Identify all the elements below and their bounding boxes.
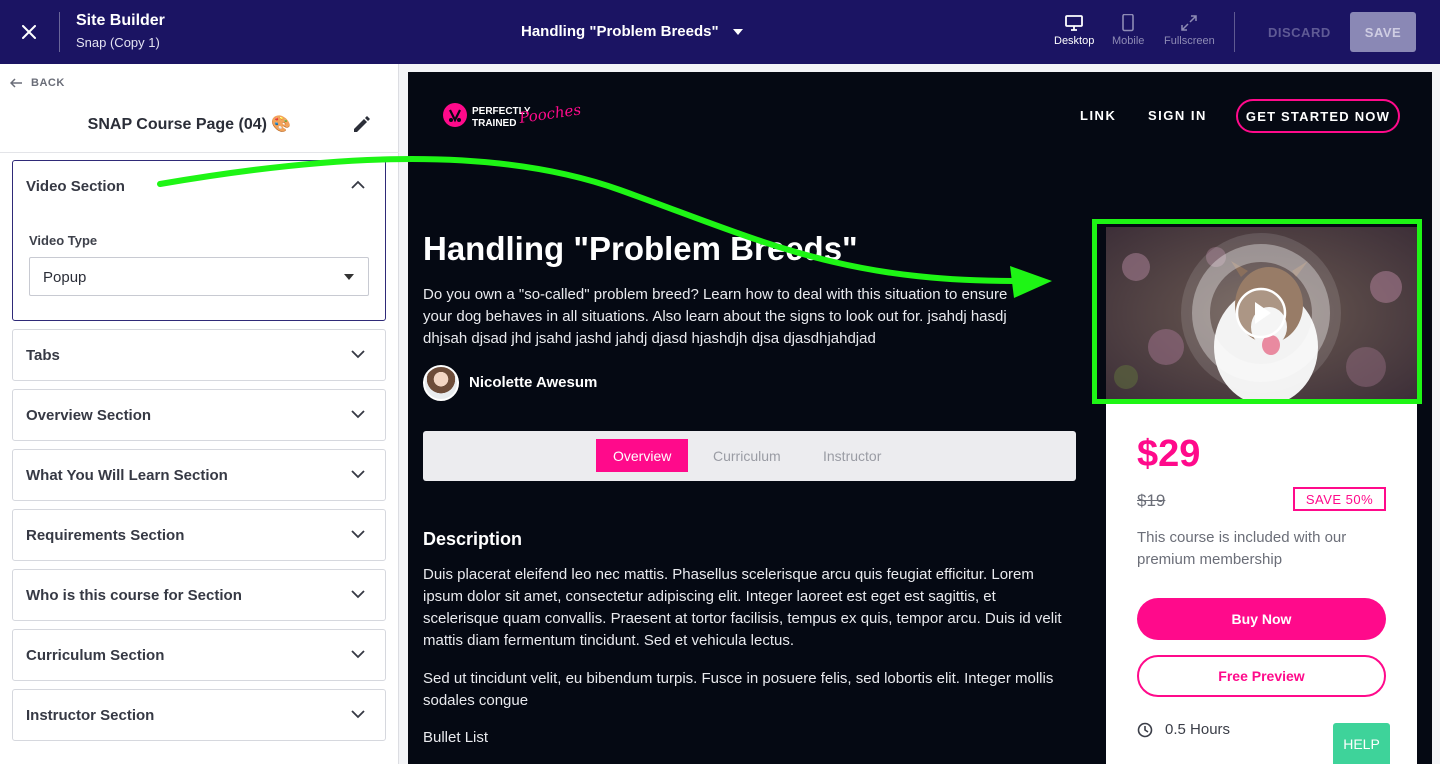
course-card: $29 $19 SAVE 50% This course is included… bbox=[1106, 227, 1417, 764]
video-thumbnail[interactable] bbox=[1106, 227, 1417, 400]
accordion-what-you-will-learn[interactable]: What You Will Learn Section bbox=[12, 449, 386, 501]
bullet-list-heading: Bullet List bbox=[423, 729, 489, 746]
app-title: Site Builder bbox=[76, 12, 165, 29]
logo-text-script: Pooches bbox=[517, 100, 582, 127]
close-icon[interactable] bbox=[14, 17, 44, 47]
pencil-icon[interactable] bbox=[350, 112, 374, 136]
chevron-down-icon bbox=[732, 28, 743, 35]
site-name: Snap (Copy 1) bbox=[76, 35, 160, 50]
buy-now-button[interactable]: Buy Now bbox=[1137, 598, 1386, 640]
course-description: Do you own a "so-called" problem breed? … bbox=[423, 286, 1008, 347]
accordion-label: Requirements Section bbox=[26, 527, 185, 544]
accordion-label: Curriculum Section bbox=[26, 647, 165, 664]
chevron-up-icon[interactable] bbox=[351, 180, 365, 190]
device-fullscreen-button[interactable]: Fullscreen bbox=[1164, 14, 1215, 47]
chevron-down-icon bbox=[351, 590, 365, 599]
settings-panel: BACK SNAP Course Page (04) 🎨 Video Secti… bbox=[0, 64, 399, 764]
help-button[interactable]: HELP bbox=[1333, 723, 1390, 764]
arrow-left-icon bbox=[10, 78, 22, 88]
free-preview-button[interactable]: Free Preview bbox=[1137, 655, 1386, 697]
chevron-down-icon bbox=[351, 650, 365, 659]
description-paragraph: Sed ut tincidunt velit, eu bibendum turp… bbox=[423, 670, 1054, 709]
original-price: $19 bbox=[1137, 491, 1166, 510]
accordion-curriculum-section[interactable]: Curriculum Section bbox=[12, 629, 386, 681]
accordion-label: Instructor Section bbox=[26, 707, 155, 724]
chevron-down-icon bbox=[351, 350, 365, 359]
caret-down-icon bbox=[344, 274, 354, 280]
accordion-label: What You Will Learn Section bbox=[26, 467, 228, 484]
description-paragraph: Duis placerat eleifend leo nec mattis. P… bbox=[423, 566, 1062, 649]
nav-sign-in[interactable]: SIGN IN bbox=[1148, 108, 1207, 123]
clock-icon bbox=[1137, 722, 1153, 737]
chevron-down-icon bbox=[351, 710, 365, 719]
discard-button[interactable]: DISCARD bbox=[1268, 25, 1331, 40]
divider bbox=[1234, 12, 1235, 52]
discount-badge: SAVE 50% bbox=[1293, 487, 1386, 511]
membership-note: This course is included with our premium… bbox=[1137, 529, 1347, 568]
accordion-overview-section[interactable]: Overview Section bbox=[12, 389, 386, 441]
brand-logo[interactable]: PERFECTLY TRAINED Pooches bbox=[442, 100, 602, 132]
video-type-label: Video Type bbox=[29, 233, 98, 248]
avatar bbox=[423, 365, 459, 401]
logo-text-2: TRAINED bbox=[472, 118, 516, 129]
divider bbox=[59, 12, 60, 52]
accordion-requirements-section[interactable]: Requirements Section bbox=[12, 509, 386, 561]
back-button[interactable]: BACK bbox=[10, 77, 65, 89]
chevron-down-icon bbox=[351, 530, 365, 539]
desktop-icon bbox=[1065, 15, 1084, 31]
save-button[interactable]: SAVE bbox=[1350, 12, 1416, 52]
page-preview: PERFECTLY TRAINED Pooches LINK SIGN IN G… bbox=[408, 72, 1432, 764]
page-selector-label: Handling "Problem Breeds" bbox=[521, 23, 719, 40]
page-selector[interactable]: Handling "Problem Breeds" bbox=[521, 23, 743, 40]
nav-link[interactable]: LINK bbox=[1080, 108, 1116, 123]
page-template-title: SNAP Course Page (04) 🎨 bbox=[87, 116, 292, 133]
get-started-button[interactable]: GET STARTED NOW bbox=[1236, 99, 1400, 133]
device-mobile-button[interactable]: Mobile bbox=[1112, 14, 1144, 47]
accordion-instructor-section[interactable]: Instructor Section bbox=[12, 689, 386, 741]
chevron-down-icon bbox=[351, 470, 365, 479]
duration-label: 0.5 Hours bbox=[1165, 721, 1231, 738]
tab-instructor[interactable]: Instructor bbox=[806, 439, 898, 472]
tab-curriculum[interactable]: Curriculum bbox=[696, 439, 798, 472]
course-price: $29 bbox=[1137, 433, 1201, 475]
course-duration: 0.5 Hours bbox=[1137, 721, 1230, 738]
accordion-label: Video Section bbox=[26, 178, 125, 195]
accordion-video-section[interactable]: Video Section Video Type Popup bbox=[12, 160, 386, 321]
accordion-label: Who is this course for Section bbox=[26, 587, 242, 604]
accordion-who-is-this-for[interactable]: Who is this course for Section bbox=[12, 569, 386, 621]
back-label: BACK bbox=[31, 77, 65, 89]
device-fullscreen-label: Fullscreen bbox=[1164, 35, 1215, 47]
expand-icon bbox=[1181, 15, 1198, 31]
device-desktop-button[interactable]: Desktop bbox=[1054, 14, 1094, 47]
chevron-down-icon bbox=[351, 410, 365, 419]
course-title: Handling "Problem Breeds" bbox=[423, 230, 858, 267]
device-mobile-label: Mobile bbox=[1112, 35, 1145, 47]
top-bar: Site Builder Snap (Copy 1) Handling "Pro… bbox=[0, 0, 1440, 64]
accordion-label: Tabs bbox=[26, 347, 60, 364]
course-tabs: Overview Curriculum Instructor bbox=[423, 431, 1076, 481]
author-name[interactable]: Nicolette Awesum bbox=[469, 374, 597, 391]
video-type-select[interactable]: Popup bbox=[29, 257, 369, 296]
tab-overview[interactable]: Overview bbox=[596, 439, 689, 472]
description-heading: Description bbox=[423, 529, 523, 549]
device-desktop-label: Desktop bbox=[1054, 35, 1095, 47]
mobile-icon bbox=[1122, 14, 1135, 32]
divider bbox=[0, 152, 399, 153]
accordion-tabs[interactable]: Tabs bbox=[12, 329, 386, 381]
video-type-value: Popup bbox=[43, 269, 87, 286]
accordion-label: Overview Section bbox=[26, 407, 152, 424]
